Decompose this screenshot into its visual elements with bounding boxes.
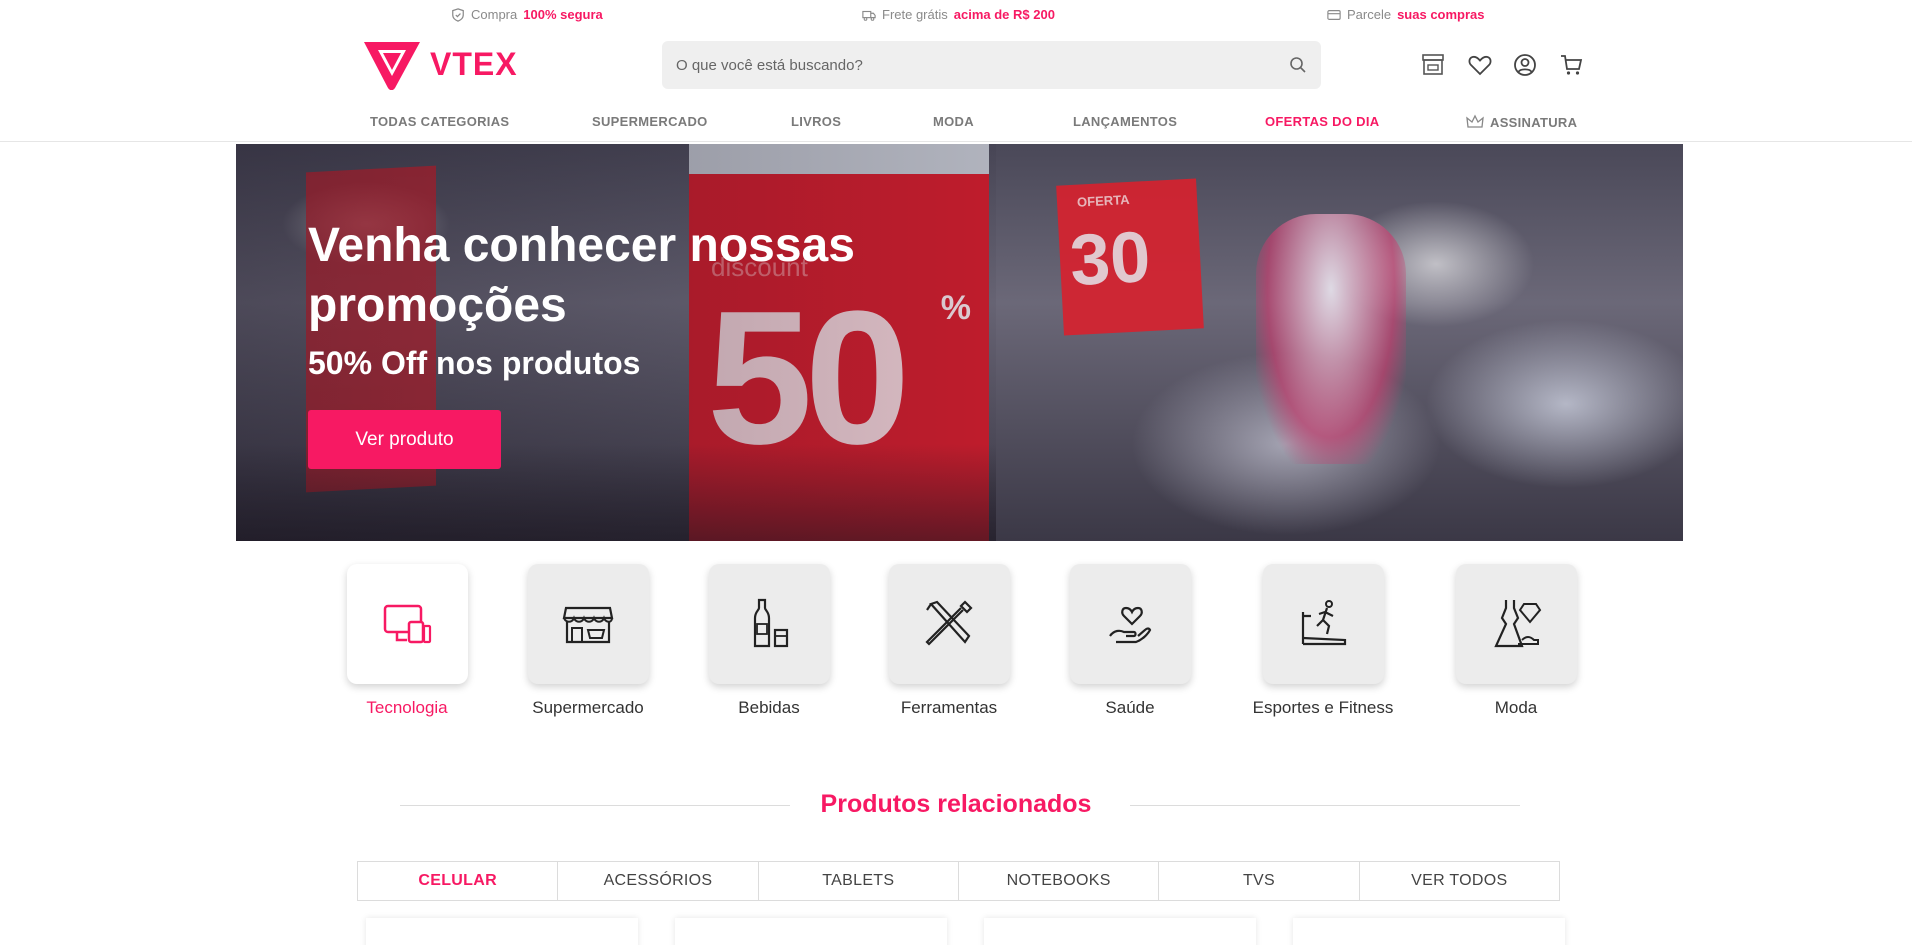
category-bebidas[interactable]: Bebidas [694,564,844,718]
shipping-highlight: acima de R$ 200 [953,7,1055,22]
credit-card-icon [1327,9,1341,20]
category-supermercado-box [527,564,649,684]
related-title: Produtos relacionados [820,790,1092,818]
nav-item-moda[interactable]: MODA [933,114,974,129]
main-nav: TODAS CATEGORIAS SUPERMERCADO LIVROS MOD… [0,110,1912,142]
heart-icon [1468,55,1492,76]
category-saude-box [1069,564,1191,684]
hero-bg-sign-tag: OFERTA [1076,191,1130,210]
category-bebidas-label: Bebidas [738,698,800,717]
category-saude[interactable]: Saúde [1055,564,1205,718]
dress-icon [1494,600,1542,648]
product-card[interactable] [984,918,1256,945]
market-icon [562,606,614,644]
category-moda[interactable]: Moda [1441,564,1591,718]
shield-icon [452,7,464,22]
tab-celular[interactable]: CELULAR [358,862,559,900]
tools-icon [925,600,973,646]
search-input[interactable] [676,41,1276,89]
category-esportes-fitness-box [1262,564,1384,684]
nav-item-livros[interactable]: LIVROS [791,114,841,129]
cart-button[interactable] [1558,52,1584,83]
category-ferramentas[interactable]: Ferramentas [874,564,1024,718]
store-button[interactable] [1420,52,1446,83]
bottle-icon [753,598,789,648]
category-esportes-fitness-label: Esportes e Fitness [1252,698,1394,717]
top-info-bar: Compra 100% segura Frete grátis acima de R… [0,0,1912,30]
nav-item-todas-categorias[interactable]: TODAS CATEGORIAS [370,114,509,129]
wishlist-button[interactable] [1467,52,1493,83]
nav-item-lancamentos[interactable]: LANÇAMENTOS [1073,114,1177,129]
brand-name: VTEX [430,45,518,82]
category-esportes-fitness[interactable]: Esportes e Fitness [1248,564,1398,718]
hero-bg-sign-30: OFERTA 30 [1056,178,1204,336]
hero-bg-sign-30-number: 30 [1068,217,1153,302]
secure-purchase-info: Compra 100% segura [451,7,603,22]
nav-item-assinatura[interactable]: ASSINATURA [1466,114,1577,130]
category-tecnologia-box [346,564,468,684]
secure-prefix: Compra [471,7,518,22]
product-card[interactable] [366,918,638,945]
devices-icon [383,604,432,644]
installments-highlight: suas compras [1397,7,1485,22]
hero-title: Venha conhecer nossas promoções [308,219,855,332]
user-icon [1514,54,1536,76]
vtex-logo-icon [364,42,420,90]
search-bar [662,41,1321,89]
logo[interactable]: VTEX [362,38,518,90]
category-tecnologia[interactable]: Tecnologia [332,564,482,718]
category-ferramentas-label: Ferramentas [900,698,998,717]
treadmill-icon [1301,600,1347,646]
shipping-info: Frete grátis acima de R$ 200 [862,7,1055,22]
installments-prefix: Parcele [1347,7,1392,22]
secure-highlight: 100% segura [523,7,603,22]
category-supermercado-label: Supermercado [532,698,644,717]
store-icon [1422,54,1444,75]
hero-banner: discount 50 % OFERTA 30 Venha conhecer n… [236,144,1683,541]
category-supermercado[interactable]: Supermercado [513,564,663,718]
installments-info: Parcele suas compras [1327,7,1485,22]
tab-acessorios[interactable]: ACESSÓRIOS [558,862,759,900]
crown-icon [1466,114,1484,128]
category-bebidas-box [708,564,830,684]
search-icon[interactable] [1289,56,1307,74]
nav-item-supermercado[interactable]: SUPERMERCADO [592,114,708,129]
category-moda-box [1455,564,1577,684]
heart-hand-icon [1109,606,1152,644]
cart-icon [1561,55,1583,75]
account-button[interactable] [1512,52,1538,83]
truck-icon [862,10,876,21]
related-tabs: CELULAR ACESSÓRIOS TABLETS NOTEBOOKS TVS… [357,861,1560,901]
tab-notebooks[interactable]: NOTEBOOKS [958,862,1160,900]
product-card[interactable] [675,918,947,945]
category-ferramentas-box [888,564,1010,684]
shipping-prefix: Frete grátis [882,7,948,22]
tab-tablets[interactable]: TABLETS [758,862,959,900]
category-moda-label: Moda [1494,698,1538,717]
hero-bg-mannequin [1256,214,1406,464]
hero-cta-button[interactable]: Ver produto [308,410,501,469]
tab-tvs[interactable]: TVS [1159,862,1360,900]
category-saude-label: Saúde [1105,698,1155,717]
hero-subtitle: 50% Off nos produtos [308,345,641,381]
product-card[interactable] [1293,918,1565,945]
nav-item-assinatura-label: ASSINATURA [1490,114,1578,130]
tab-ver-todos[interactable]: VER TODOS [1359,862,1559,900]
nav-item-ofertas-do-dia[interactable]: OFERTAS DO DIA [1265,114,1379,129]
category-tecnologia-label: Tecnologia [366,698,448,717]
